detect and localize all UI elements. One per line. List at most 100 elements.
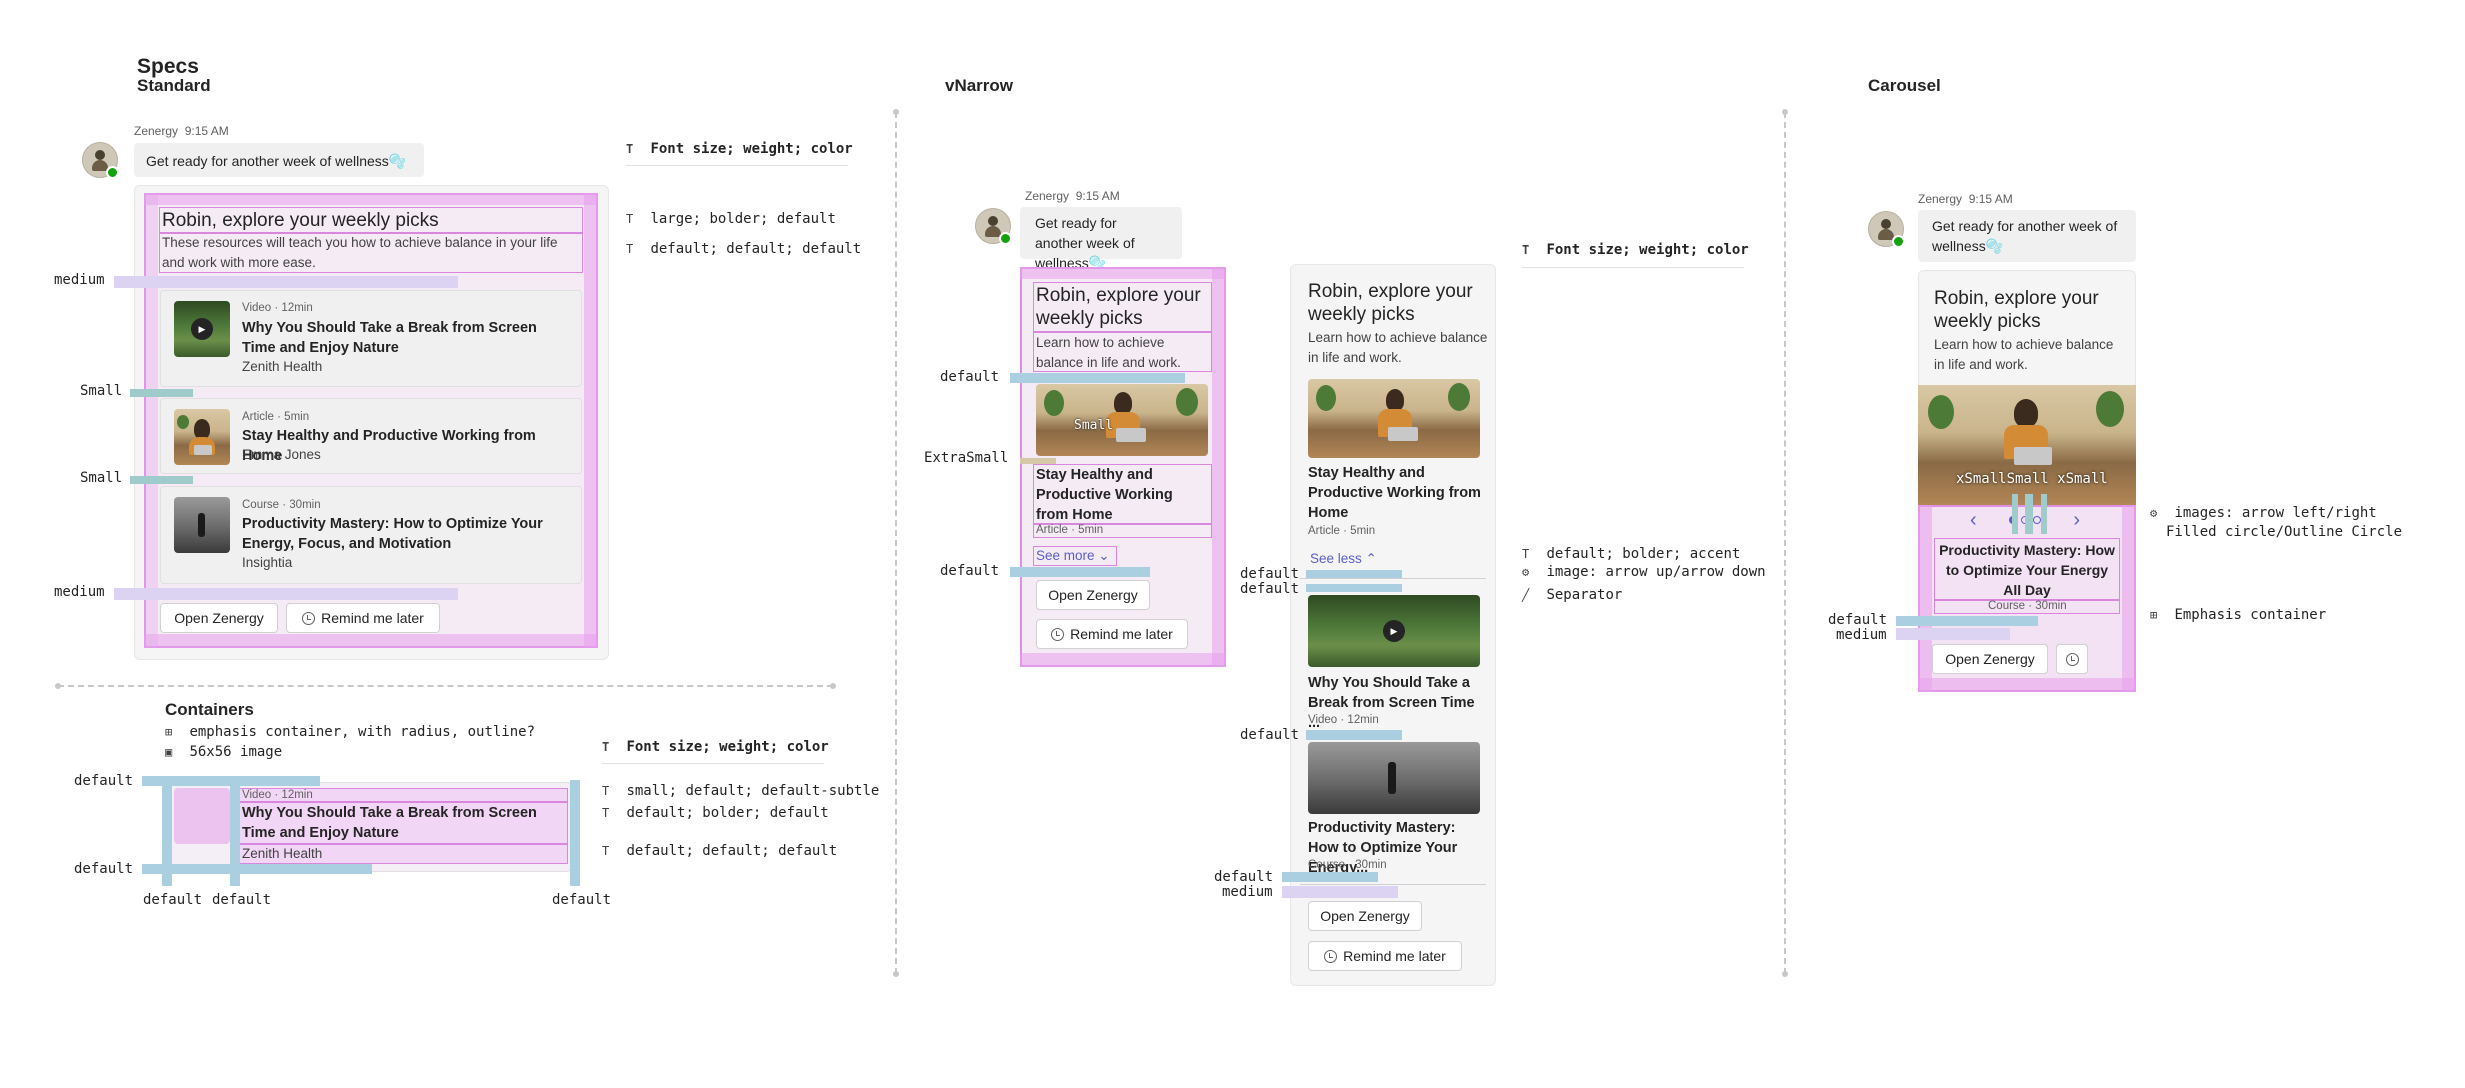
spacer-default: [1306, 584, 1402, 592]
spec-row: ⊞ Emphasis container: [2150, 607, 2326, 623]
spec-row-label: Separator: [1546, 587, 1623, 603]
spec-row: T large; bolder; default: [626, 211, 836, 227]
message-time: 9:15 AM: [1968, 192, 2013, 206]
message-text: Get ready for another week of wellness: [1932, 218, 2118, 254]
spec-row: Filled circle/Outline Circle: [2166, 524, 2402, 540]
open-zenergy-label: Open Zenergy: [174, 610, 264, 626]
font-icon: T: [602, 806, 610, 820]
card-title: Robin, explore your weekly picks: [1934, 288, 2099, 332]
clock-icon: [1324, 949, 1338, 963]
open-zenergy-button[interactable]: Open Zenergy: [160, 603, 278, 633]
avatar: [975, 208, 1012, 245]
card-title: Robin, explore your weekly picks: [162, 210, 439, 231]
open-zenergy-button[interactable]: Open Zenergy: [1932, 644, 2048, 674]
chevron-down-icon: ⌄: [1098, 548, 1110, 563]
spec-heading-label: Font size; weight; color: [1546, 242, 1749, 258]
remind-label: Remind me later: [321, 610, 424, 626]
spacer-default: [570, 780, 580, 886]
spacing-label: Small: [80, 470, 123, 486]
open-zenergy-button[interactable]: Open Zenergy: [1036, 580, 1150, 610]
spacer-default: [162, 786, 172, 886]
open-zenergy-button[interactable]: Open Zenergy: [1308, 901, 1422, 931]
see-more-link[interactable]: See more ⌄: [1036, 546, 1110, 566]
spacer-medium: [1896, 628, 2010, 640]
item-image: [1308, 742, 1480, 814]
font-icon: T: [626, 212, 634, 226]
spacer-medium: [114, 588, 458, 600]
spacer-default: [1282, 872, 1378, 882]
padding-strip: [1020, 267, 1226, 279]
spec-row-label: Emphasis container: [2174, 607, 2327, 623]
spacer-default: [1896, 616, 2038, 626]
spacer-default: [1010, 373, 1185, 383]
padding-strip: [584, 193, 598, 648]
chevron-right-icon[interactable]: ›: [2073, 509, 2080, 532]
remind-me-later-button[interactable]: [2056, 644, 2088, 674]
spec-row-label: default; bolder; accent: [1546, 546, 1741, 562]
spacing-label: default: [1240, 566, 1300, 582]
spacer-default: [1306, 570, 1402, 578]
item-meta: Article · 5min: [242, 411, 310, 423]
message-text: Get ready for another week of wellness: [146, 153, 389, 169]
spacing-label: default: [212, 892, 272, 908]
spec-row-label: small; default; default-subtle: [626, 783, 880, 799]
padding-strip: [144, 634, 598, 648]
padding-strip: [1212, 267, 1226, 667]
image-icon: ⚙: [1522, 565, 1530, 579]
card-title: Robin, explore your weekly picks: [1036, 285, 1201, 329]
separator: [1300, 884, 1486, 885]
spacer-extra-small: [2041, 494, 2047, 534]
table-icon: ⊞: [165, 725, 173, 739]
spacing-label: default: [940, 369, 1000, 385]
open-zenergy-label: Open Zenergy: [1320, 908, 1410, 924]
spacer-medium: [114, 276, 458, 288]
section-divider: [55, 683, 836, 689]
overlay-label: Small: [1074, 418, 1114, 433]
section-title-containers: Containers: [165, 700, 254, 719]
clock-icon: [1051, 627, 1065, 641]
font-icon: T: [602, 844, 610, 858]
spacer-default: [230, 786, 240, 886]
play-icon: ▶: [191, 318, 213, 340]
remind-label: Remind me later: [1070, 626, 1173, 642]
font-icon: T: [602, 740, 610, 754]
spacer-default: [1306, 730, 1402, 740]
clock-icon: [302, 611, 316, 625]
item-source: Insightia: [242, 555, 293, 570]
see-less-link[interactable]: See less ⌃: [1310, 549, 1377, 569]
item-meta: Course · 30min: [1308, 859, 1387, 871]
spec-row: ⚙ images: arrow left/right: [2150, 505, 2377, 521]
spec-row-label: default; default; default: [626, 843, 838, 859]
padding-strip: [144, 193, 598, 205]
spacing-label: medium: [54, 584, 105, 600]
outline-circle-icon[interactable]: [2033, 516, 2041, 524]
spacing-label: default: [1828, 612, 1888, 628]
spacing-label: default: [74, 773, 134, 789]
spec-row-label: images: arrow left/right: [2174, 505, 2377, 521]
spacer-default: [142, 864, 372, 874]
spacer-medium: [1282, 886, 1398, 898]
separator: [1300, 578, 1486, 579]
open-zenergy-label: Open Zenergy: [1048, 587, 1138, 603]
remind-label: Remind me later: [1343, 948, 1446, 964]
remind-me-later-button[interactable]: Remind me later: [286, 603, 440, 633]
card-title: Robin, explore your weekly picks: [1308, 281, 1473, 325]
image-icon: ⚙: [2150, 506, 2158, 520]
padding-strip: [1918, 505, 1932, 692]
item-meta: Video · 12min: [242, 302, 313, 314]
card-subtitle: Learn how to achieve balance in life and…: [1036, 335, 1181, 370]
remind-me-later-button[interactable]: Remind me later: [1036, 619, 1188, 649]
remind-me-later-button[interactable]: Remind me later: [1308, 941, 1462, 971]
container-note-label: emphasis container, with radius, outline…: [189, 724, 536, 740]
item-title: Stay Healthy and Productive Working from…: [1036, 467, 1173, 523]
spacer-small: [130, 389, 193, 397]
chevron-left-icon[interactable]: ‹: [1970, 509, 1977, 532]
card-subtitle: Learn how to achieve balance in life and…: [1308, 330, 1488, 365]
item-source: Emma Jones: [242, 447, 321, 462]
section-divider: [1782, 109, 1788, 977]
section-divider: [893, 109, 899, 977]
message-meta: Zenergy 9:15 AM: [1025, 189, 1120, 203]
spacer-small: [130, 476, 193, 484]
sender-name: Zenergy: [1025, 189, 1070, 203]
spacer-extra-small: [2012, 494, 2018, 534]
